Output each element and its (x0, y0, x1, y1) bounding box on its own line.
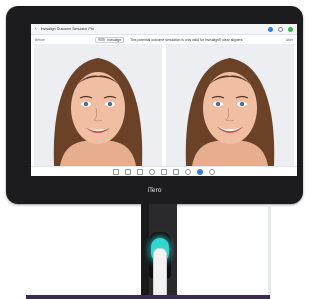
screen: ‹ Invisalign Outcome Simulator Pro Befor… (31, 24, 297, 176)
zoom-icon[interactable] (149, 168, 155, 175)
invisalign-toggle[interactable]: Invisalign (95, 36, 125, 43)
rotate-icon[interactable] (113, 168, 119, 175)
stand-shade (141, 204, 149, 299)
bottom-toolbar (31, 166, 297, 176)
crop-icon[interactable] (173, 168, 179, 175)
toggle-switch[interactable] (98, 37, 105, 42)
window-controls (268, 26, 293, 32)
scanner-wand[interactable] (153, 248, 167, 299)
pan-icon[interactable] (161, 168, 167, 175)
before-face-image (34, 44, 162, 166)
after-label: After (285, 37, 293, 42)
comparison-bar: Before Invisalign This potential outcome… (31, 35, 297, 44)
before-label: Before (35, 37, 45, 42)
title-bar: ‹ Invisalign Outcome Simulator Pro (31, 24, 297, 35)
after-image-pane[interactable] (166, 44, 294, 166)
window-title: Invisalign Outcome Simulator Pro (40, 27, 95, 31)
cable (268, 205, 271, 299)
floor-bar (26, 295, 270, 299)
gear-icon[interactable] (278, 26, 283, 32)
share-icon[interactable] (288, 26, 293, 32)
before-image-pane[interactable] (34, 44, 162, 166)
disclaimer-text: This potential outcome simulation is onl… (130, 37, 243, 42)
brand-logo: iTero (147, 187, 162, 194)
monitor: ‹ Invisalign Outcome Simulator Pro Befor… (6, 6, 303, 204)
toggle-label: Invisalign (107, 37, 122, 42)
split-icon[interactable] (137, 168, 143, 175)
compare-icon[interactable] (125, 168, 131, 175)
after-face-image (166, 44, 294, 166)
record-icon[interactable] (209, 168, 215, 175)
back-icon[interactable]: ‹ (35, 26, 37, 32)
settings-icon[interactable] (185, 168, 191, 175)
color-icon[interactable] (197, 168, 203, 175)
info-icon[interactable] (268, 26, 273, 32)
